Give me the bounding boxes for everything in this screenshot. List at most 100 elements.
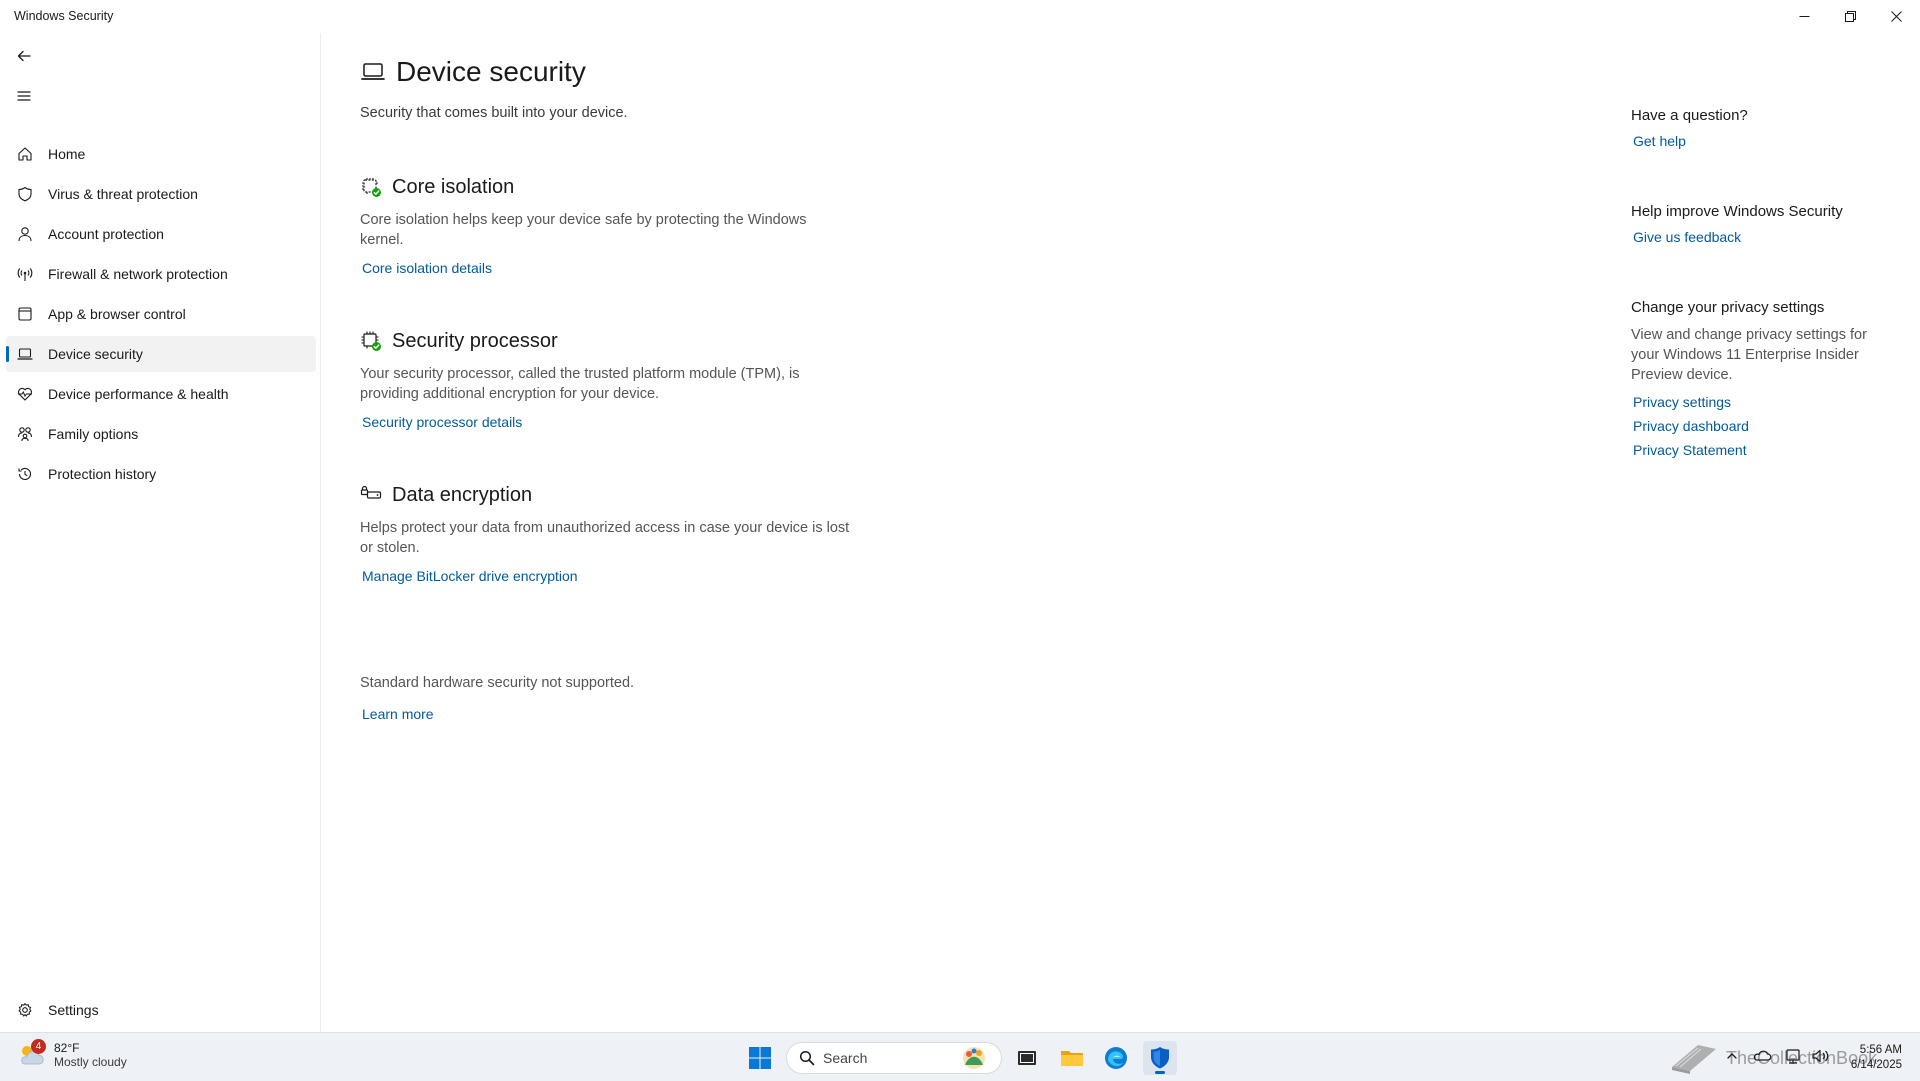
search-highlight-icon (963, 1047, 985, 1069)
edge-browser-button[interactable] (1099, 1041, 1133, 1075)
restore-button[interactable] (1827, 0, 1873, 33)
privacy-statement-link[interactable]: Privacy Statement (1633, 442, 1871, 458)
sidebar-item-virus-threat-protection[interactable]: Virus & threat protection (6, 176, 316, 212)
windows-logo-icon (749, 1047, 771, 1069)
cloud-icon (1753, 1050, 1772, 1061)
hardware-security-status: Standard hardware security not supported… (360, 675, 635, 691)
weather-temp: 82°F (54, 1041, 80, 1055)
folder-icon (1061, 1051, 1083, 1066)
sidebar-item-label: Firewall & network protection (48, 266, 228, 282)
settings-label: Settings (48, 1002, 99, 1018)
hamburger-icon (17, 91, 31, 101)
data-encryption-section: Data encryption Helps protect your data … (360, 481, 850, 586)
drive-lock-icon (360, 485, 382, 499)
heart-pulse-icon (16, 385, 34, 403)
close-button[interactable] (1873, 0, 1919, 33)
task-view-button[interactable] (1010, 1041, 1044, 1075)
privacy-title: Change your privacy settings (1631, 299, 1825, 316)
give-feedback-link[interactable]: Give us feedback (1633, 229, 1871, 245)
book-icon (1672, 1045, 1716, 1074)
speaker-icon (1812, 1049, 1829, 1063)
sidebar-item-device-security[interactable]: Device security (6, 336, 316, 372)
core-isolation-section: Core isolation Core isolation helps keep… (360, 173, 850, 278)
back-arrow-icon (17, 50, 31, 62)
page-header: Device security (360, 56, 586, 88)
windows-security-taskbar-button[interactable] (1143, 1041, 1177, 1075)
title-bar: Windows Security (0, 0, 1920, 33)
file-explorer-button[interactable] (1055, 1041, 1089, 1075)
weather-condition: Mostly cloudy (54, 1055, 127, 1069)
security-processor-title: Security processor (392, 329, 558, 352)
search-icon (799, 1050, 815, 1066)
nav-list: Home Virus & threat protection Account p… (6, 136, 316, 496)
sidebar-item-label: Device security (48, 346, 143, 362)
data-encryption-description: Helps protect your data from unauthorize… (360, 520, 850, 556)
sidebar: Home Virus & threat protection Account p… (0, 33, 321, 1032)
page-subtitle: Security that comes built into your devi… (360, 105, 628, 121)
taskbar: 4 82°F Mostly cloudy Search TheCollectio… (0, 1032, 1920, 1081)
person-icon (16, 225, 34, 243)
security-processor-chip-icon (361, 331, 381, 351)
sidebar-item-label: Virus & threat protection (48, 186, 198, 202)
search-label: Search (823, 1050, 868, 1066)
sidebar-item-device-performance-health[interactable]: Device performance & health (6, 376, 316, 412)
close-icon (1890, 11, 1902, 22)
sidebar-item-label: Family options (48, 426, 139, 442)
get-help-link[interactable]: Get help (1633, 133, 1871, 149)
window-title: Windows Security (14, 9, 114, 23)
security-processor-description: Your security processor, called the trus… (360, 366, 800, 402)
feedback-section: Help improve Windows Security Give us fe… (1631, 203, 1871, 245)
tray-overflow-button[interactable] (1725, 1045, 1739, 1072)
help-section: Have a question? Get help (1631, 107, 1871, 149)
sidebar-item-label: Home (48, 146, 86, 162)
page-title: Device security (396, 56, 586, 87)
edge-icon (1105, 1047, 1127, 1069)
chevron-up-icon (1727, 1053, 1737, 1059)
history-icon (16, 465, 34, 483)
security-processor-section: Security processor Your security process… (360, 327, 850, 432)
core-isolation-description: Core isolation helps keep your device sa… (360, 212, 807, 248)
learn-more-link[interactable]: Learn more (362, 706, 434, 722)
sidebar-item-label: Protection history (48, 466, 157, 482)
menu-button[interactable] (10, 82, 38, 110)
privacy-dashboard-link[interactable]: Privacy dashboard (1633, 418, 1871, 434)
sidebar-item-account-protection[interactable]: Account protection (6, 216, 316, 252)
browser-window-icon (16, 305, 34, 323)
family-icon (16, 425, 34, 443)
network-tray-icon[interactable] (1784, 1045, 1802, 1072)
data-encryption-title: Data encryption (392, 483, 533, 506)
privacy-settings-link[interactable]: Privacy settings (1633, 394, 1871, 410)
sidebar-item-home[interactable]: Home (6, 136, 316, 172)
sidebar-item-settings[interactable]: Settings (6, 992, 316, 1028)
sidebar-item-family-options[interactable]: Family options (6, 416, 316, 452)
sidebar-item-label: Device performance & health (48, 386, 229, 402)
security-processor-details-link[interactable]: Security processor details (362, 414, 522, 430)
core-isolation-details-link[interactable]: Core isolation details (362, 260, 492, 276)
system-clock[interactable]: 5:56 AM 6/14/2025 (1840, 1043, 1902, 1073)
core-isolation-chip-icon (362, 178, 381, 197)
volume-tray-icon[interactable] (1810, 1045, 1830, 1072)
privacy-section: Change your privacy settings View and ch… (1631, 299, 1871, 458)
weather-widget[interactable]: 4 82°F Mostly cloudy (16, 1039, 127, 1069)
back-button[interactable] (10, 42, 38, 70)
sidebar-item-protection-history[interactable]: Protection history (6, 456, 316, 492)
network-icon (1786, 1049, 1800, 1064)
gear-icon (16, 1001, 34, 1019)
privacy-description: View and change privacy settings for you… (1631, 327, 1867, 383)
antenna-icon (16, 265, 34, 283)
home-icon (16, 145, 34, 163)
sidebar-item-firewall-network-protection[interactable]: Firewall & network protection (6, 256, 316, 292)
task-view-icon (1018, 1051, 1036, 1065)
laptop-icon (16, 345, 34, 363)
shield-icon (16, 185, 34, 203)
manage-bitlocker-link[interactable]: Manage BitLocker drive encryption (362, 568, 578, 584)
start-button[interactable] (743, 1041, 777, 1075)
restore-icon (1844, 11, 1856, 22)
sidebar-item-label: App & browser control (48, 306, 186, 322)
taskbar-search[interactable]: Search (786, 1042, 1002, 1074)
sidebar-item-app-browser-control[interactable]: App & browser control (6, 296, 316, 332)
onedrive-tray-icon[interactable] (1752, 1045, 1772, 1072)
laptop-icon (361, 63, 385, 80)
minimize-icon (1799, 16, 1809, 17)
minimize-button[interactable] (1781, 0, 1827, 33)
